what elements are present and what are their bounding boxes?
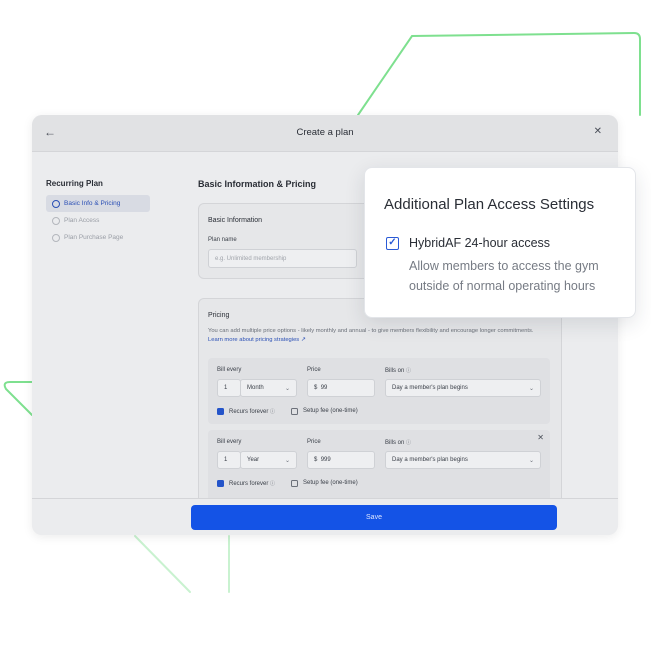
pricing-strategies-link[interactable]: Learn more about pricing strategies ↗ — [208, 337, 306, 343]
price-option: Bill every 1 Month ⌄ Price $ 99 Bills on… — [208, 358, 550, 424]
sidebar-item-plan-access[interactable]: Plan Access — [46, 212, 150, 229]
popup-title: Additional Plan Access Settings — [384, 196, 595, 213]
bills-on-value: Day a member's plan begins — [392, 457, 468, 463]
bills-on-label: Bills on ⓘ — [385, 368, 412, 374]
modal-title: Create a plan — [296, 127, 354, 138]
pricing-description-text: You can add multiple price options - lik… — [208, 328, 534, 334]
step-circle-icon — [52, 199, 60, 208]
modal-footer: Save — [32, 498, 618, 535]
currency-symbol: $ — [314, 385, 318, 391]
sidebar: Recurring Plan Basic Info & Pricing Plan… — [32, 152, 186, 498]
section-title: Basic Information & Pricing — [198, 179, 317, 189]
interval-count-input[interactable]: 1 — [217, 379, 241, 397]
bills-on-label: Bills on ⓘ — [385, 440, 412, 446]
price-input[interactable]: $ 99 — [307, 379, 375, 397]
step-circle-icon — [52, 233, 60, 242]
recurs-forever-checkbox[interactable] — [217, 480, 224, 487]
recurs-forever-checkbox[interactable] — [217, 408, 224, 415]
price-label: Price — [307, 367, 321, 373]
interval-count-input[interactable]: 1 — [217, 451, 241, 469]
plan-name-input[interactable]: e.g. Unlimited membership — [208, 249, 357, 268]
recurs-forever-label: Recurs forever ⓘ — [229, 409, 276, 415]
price-value: 99 — [320, 385, 328, 391]
chevron-down-icon: ⌄ — [284, 457, 290, 464]
bills-on-value: Day a member's plan begins — [392, 385, 468, 391]
sidebar-item-label: Plan Access — [64, 217, 100, 224]
modal-header: ← Create a plan ✕ — [32, 115, 618, 152]
sidebar-item-basic-info[interactable]: Basic Info & Pricing — [46, 195, 150, 212]
info-icon: ⓘ — [406, 440, 412, 446]
pricing-card: Pricing You can add multiple price optio… — [198, 298, 562, 508]
bills-on-select[interactable]: Day a member's plan begins ⌄ — [385, 451, 541, 469]
chevron-down-icon: ⌄ — [528, 385, 534, 392]
card-title: Pricing — [208, 312, 230, 319]
interval-unit-value: Month — [247, 385, 264, 391]
chevron-down-icon: ⌄ — [284, 385, 290, 392]
hybrid-access-checkbox[interactable]: ✓ — [386, 237, 399, 250]
external-link-icon: ↗ — [300, 336, 306, 343]
info-icon: ⓘ — [270, 409, 276, 415]
bills-on-select[interactable]: Day a member's plan begins ⌄ — [385, 379, 541, 397]
save-button[interactable]: Save — [191, 505, 557, 530]
hybrid-access-label: HybridAF 24-hour access — [409, 236, 551, 250]
bill-every-label: Bill every — [217, 367, 242, 373]
price-value: 999 — [320, 457, 331, 463]
setup-fee-label: Setup fee (one-time) — [303, 480, 358, 486]
close-icon[interactable]: ✕ — [537, 433, 544, 442]
info-icon: ⓘ — [406, 368, 412, 374]
info-icon: ⓘ — [270, 481, 276, 487]
card-title: Basic Information — [208, 217, 263, 224]
pricing-description: You can add multiple price options - lik… — [208, 327, 538, 344]
setup-fee-checkbox[interactable] — [291, 480, 298, 487]
close-icon[interactable]: ✕ — [594, 126, 602, 137]
sidebar-item-plan-purchase-page[interactable]: Plan Purchase Page — [46, 229, 150, 246]
hybrid-access-description: Allow members to access the gym outside … — [409, 259, 599, 293]
sidebar-item-label: Plan Purchase Page — [64, 234, 124, 241]
interval-unit-select[interactable]: Month ⌄ — [240, 379, 297, 397]
price-option: ✕ Bill every 1 Year ⌄ Price $ 999 Bills … — [208, 430, 550, 502]
step-circle-icon — [52, 216, 60, 225]
interval-unit-value: Year — [247, 457, 260, 463]
recurs-forever-label: Recurs forever ⓘ — [229, 481, 276, 487]
sidebar-item-label: Basic Info & Pricing — [64, 200, 121, 207]
plan-access-settings-card: Additional Plan Access Settings ✓ Hybrid… — [364, 167, 636, 318]
bill-every-label: Bill every — [217, 439, 242, 445]
plan-name-label: Plan name — [208, 237, 237, 243]
price-input[interactable]: $ 999 — [307, 451, 375, 469]
checkmark-icon: ✓ — [388, 237, 397, 248]
setup-fee-checkbox[interactable] — [291, 408, 298, 415]
price-label: Price — [307, 439, 321, 445]
interval-unit-select[interactable]: Year ⌄ — [240, 451, 297, 469]
sidebar-heading: Recurring Plan — [46, 179, 103, 188]
chevron-down-icon: ⌄ — [528, 457, 534, 464]
currency-symbol: $ — [314, 457, 318, 463]
setup-fee-label: Setup fee (one-time) — [303, 408, 358, 414]
